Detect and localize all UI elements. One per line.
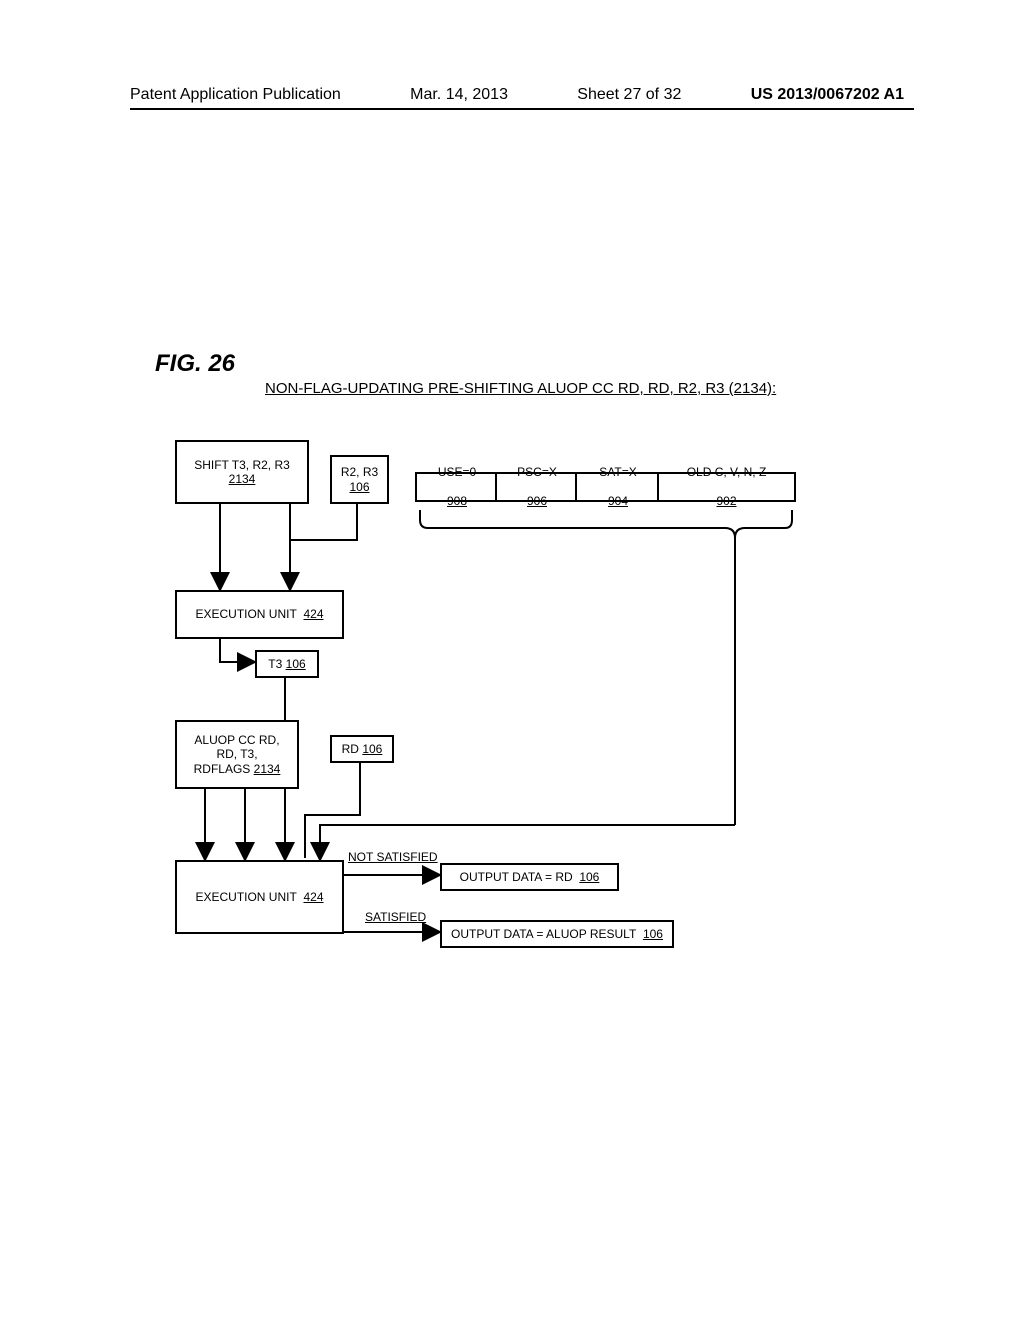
- t3-ref: 106: [286, 657, 306, 671]
- exec1-ref: 424: [303, 607, 323, 621]
- psc-ref: 906: [527, 494, 547, 508]
- rd-ref: 106: [362, 742, 382, 756]
- aluop-line3: RDFLAGS: [194, 762, 251, 776]
- aluop-box: ALUOP CC RD, RD, T3, RDFLAGS 2134: [175, 720, 299, 789]
- pub-number: US 2013/0067202 A1: [751, 86, 904, 104]
- page: Patent Application Publication Mar. 14, …: [0, 0, 1024, 1320]
- pub-date: Mar. 14, 2013: [410, 86, 508, 104]
- exec2-text: EXECUTION UNIT: [195, 890, 296, 904]
- t3-text: T3: [268, 657, 282, 671]
- aluop-ref: 2134: [254, 762, 281, 776]
- output-rd-box: OUTPUT DATA = RD 106: [440, 863, 619, 891]
- sat-text: SAT=X: [599, 465, 636, 479]
- diagram-area: SHIFT T3, R2, R3 2134 R2, R3 106 USE=0 9…: [160, 420, 900, 1010]
- page-header: Patent Application Publication Mar. 14, …: [130, 86, 904, 104]
- psc-text: PSC=X: [517, 465, 557, 479]
- figure-subtitle: NON-FLAG-UPDATING PRE-SHIFTING ALUOP CC …: [265, 380, 776, 397]
- satisfied-label: SATISFIED: [365, 910, 426, 924]
- rd-text: RD: [342, 742, 359, 756]
- figure-label: FIG. 26: [155, 350, 235, 378]
- output-aluop-result-box: OUTPUT DATA = ALUOP RESULT 106: [440, 920, 674, 948]
- execution-unit-1: EXECUTION UNIT 424: [175, 590, 344, 639]
- not-satisfied-label: NOT SATISFIED: [348, 850, 438, 864]
- header-rule: [130, 108, 914, 110]
- old-text: OLD C, V, N, Z: [687, 465, 767, 479]
- sat-ref: 904: [608, 494, 628, 508]
- r2r3-box: R2, R3 106: [330, 455, 389, 504]
- out2-text: OUTPUT DATA = ALUOP RESULT: [451, 927, 636, 941]
- sat-box: SAT=X 904: [575, 472, 661, 502]
- t3-box: T3 106: [255, 650, 319, 678]
- out1-text: OUTPUT DATA = RD: [460, 870, 573, 884]
- use-ref: 908: [447, 494, 467, 508]
- old-ref: 902: [716, 494, 736, 508]
- out2-ref: 106: [643, 927, 663, 941]
- r2r3-ref: 106: [349, 480, 369, 494]
- exec2-ref: 424: [303, 890, 323, 904]
- rd-box: RD 106: [330, 735, 394, 763]
- aluop-line2: RD, T3,: [216, 747, 257, 761]
- publication-text: Patent Application Publication: [130, 86, 341, 104]
- sheet-text: Sheet 27 of 32: [577, 86, 681, 104]
- exec1-text: EXECUTION UNIT: [195, 607, 296, 621]
- shift-ref: 2134: [229, 472, 256, 486]
- shift-text: SHIFT T3, R2, R3: [194, 458, 290, 472]
- use-box: USE=0 908: [415, 472, 499, 502]
- execution-unit-2: EXECUTION UNIT 424: [175, 860, 344, 934]
- oldflags-box: OLD C, V, N, Z 902: [657, 472, 796, 502]
- r2r3-text: R2, R3: [341, 465, 378, 479]
- psc-box: PSC=X 906: [495, 472, 579, 502]
- use-text: USE=0: [438, 465, 476, 479]
- out1-ref: 106: [579, 870, 599, 884]
- aluop-line1: ALUOP CC RD,: [194, 733, 279, 747]
- shift-box: SHIFT T3, R2, R3 2134: [175, 440, 309, 504]
